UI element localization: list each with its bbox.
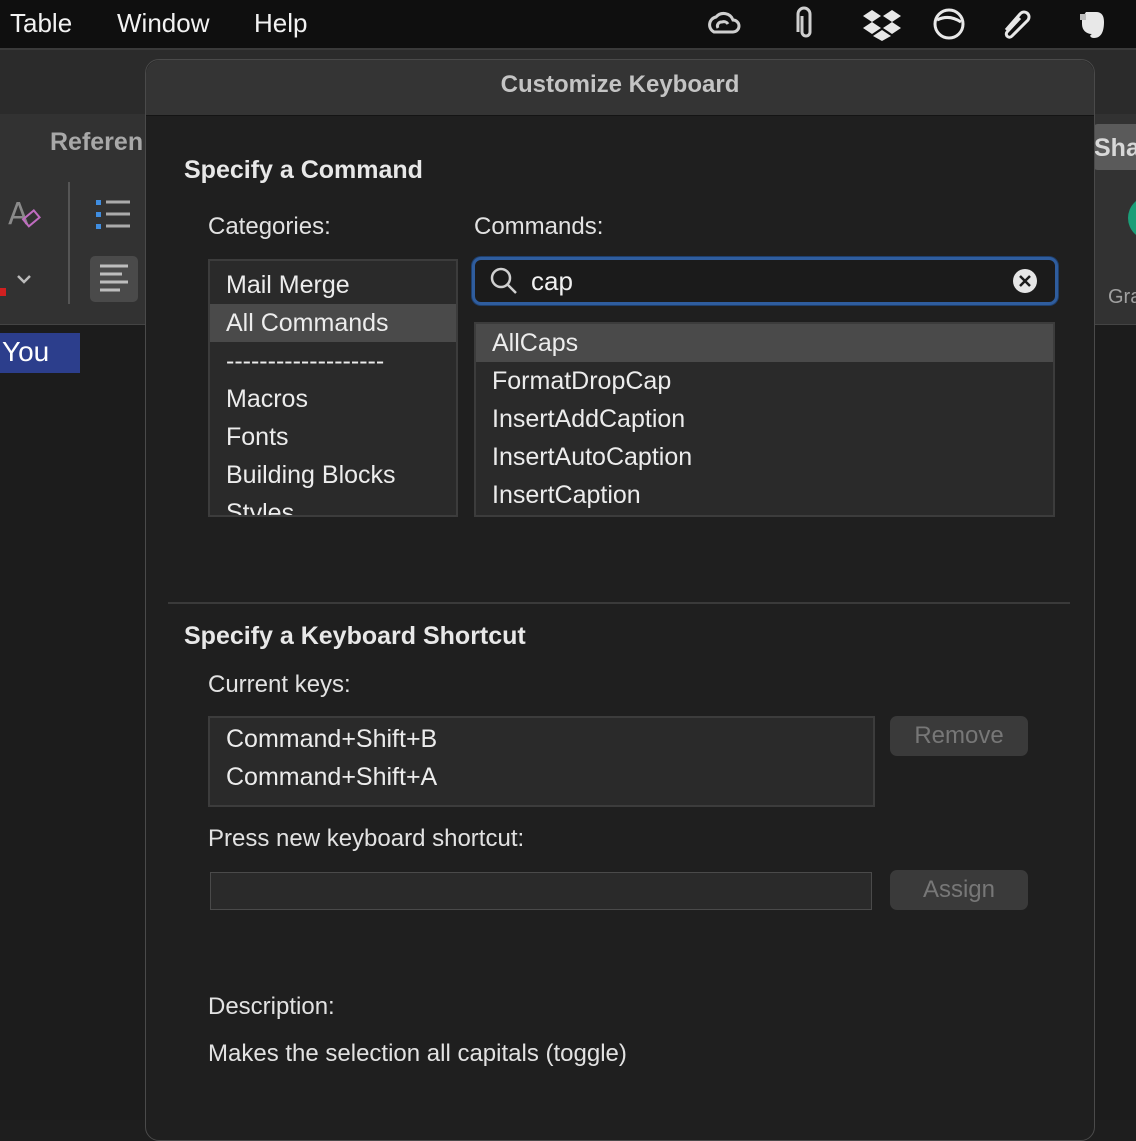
list-item[interactable]: Macros (210, 380, 456, 418)
section-title-shortcut: Specify a Keyboard Shortcut (184, 622, 526, 650)
description-text: Makes the selection all capitals (toggle… (208, 1040, 627, 1067)
menu-help[interactable]: Help (254, 8, 307, 39)
bullet-list-icon[interactable] (96, 198, 132, 232)
categories-list[interactable]: Mail Merge All Commands ----------------… (208, 259, 458, 517)
sync-icon[interactable] (929, 6, 969, 42)
list-item[interactable]: Command+Shift+B (210, 720, 873, 758)
dropbox-icon[interactable] (862, 6, 902, 42)
section-divider (168, 602, 1070, 604)
assign-button[interactable]: Assign (890, 870, 1028, 910)
ribbon-divider (68, 182, 70, 304)
list-item[interactable]: InsertAddCaption (476, 400, 1053, 438)
menu-table[interactable]: Table (10, 8, 72, 39)
commands-label: Commands: (474, 213, 604, 240)
document-text[interactable]: You (2, 336, 49, 368)
list-item[interactable]: InsertAutoCaption (476, 438, 1053, 476)
list-item[interactable]: Building Blocks (210, 456, 456, 494)
tab-references[interactable]: Referen (50, 128, 143, 157)
list-item[interactable]: FormatDropCap (476, 362, 1053, 400)
current-keys-label: Current keys: (208, 671, 351, 698)
svg-text:A: A (8, 197, 29, 232)
list-item[interactable]: Fonts (210, 418, 456, 456)
command-search-input[interactable] (529, 264, 993, 298)
creative-cloud-icon[interactable] (702, 6, 742, 42)
font-color-swatch (0, 288, 6, 296)
grammarly-label: Gra (1108, 286, 1136, 308)
menu-window[interactable]: Window (117, 8, 209, 39)
command-search-box[interactable] (472, 257, 1058, 305)
list-item[interactable]: Mail Merge (210, 266, 456, 304)
section-title-command: Specify a Command (184, 156, 423, 184)
list-item-selected[interactable]: All Commands (210, 304, 456, 342)
description-label: Description: (208, 993, 335, 1020)
dialog-titlebar[interactable]: Customize Keyboard (146, 60, 1094, 116)
search-icon (490, 267, 517, 294)
chevron-down-icon[interactable] (14, 272, 34, 288)
attachment-icon[interactable] (998, 6, 1038, 42)
list-separator: ------------------- (226, 347, 385, 375)
clear-search-icon[interactable] (1011, 267, 1039, 295)
list-item-selected[interactable]: AllCaps (476, 324, 1053, 362)
menu-bar: Table Window Help (0, 0, 1136, 50)
categories-label: Categories: (208, 213, 331, 240)
list-item[interactable]: InsertCaption (476, 476, 1053, 514)
align-left-icon (100, 264, 128, 292)
dialog-title: Customize Keyboard (500, 71, 740, 98)
evernote-icon[interactable] (1074, 6, 1114, 42)
clear-formatting-icon[interactable]: A (6, 196, 42, 232)
new-shortcut-field[interactable] (210, 872, 872, 910)
share-button-label: Sha (1094, 134, 1136, 162)
new-shortcut-label: Press new keyboard shortcut: (208, 825, 525, 852)
commands-list[interactable]: AllCaps FormatDropCap InsertAddCaption I… (474, 322, 1055, 517)
paperclip-icon[interactable] (786, 6, 826, 42)
current-keys-list[interactable]: Command+Shift+B Command+Shift+A (208, 716, 875, 807)
align-left-button[interactable] (90, 256, 138, 302)
list-item[interactable]: Command+Shift+A (210, 758, 873, 796)
remove-button[interactable]: Remove (890, 716, 1028, 756)
list-item[interactable]: Styles (210, 494, 456, 515)
